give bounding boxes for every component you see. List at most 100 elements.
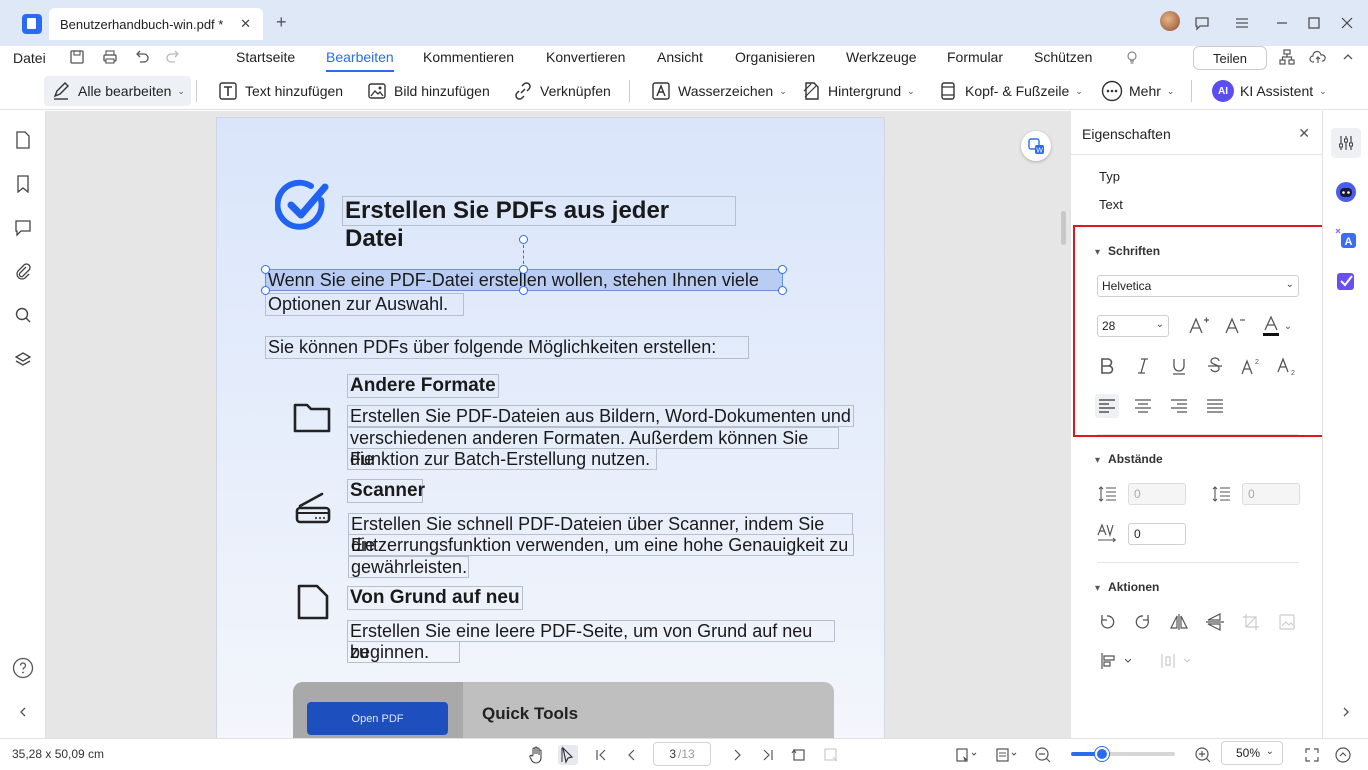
resize-handle[interactable]: [261, 286, 270, 295]
justify-icon[interactable]: [1203, 394, 1227, 418]
zoom-level-select[interactable]: 50% ⌄: [1221, 741, 1283, 765]
document-canvas[interactable]: Erstellen Sie PDFs aus jeder Datei Wenn …: [46, 111, 1070, 738]
rotate-handle[interactable]: [519, 235, 528, 244]
share-button[interactable]: Teilen: [1193, 46, 1267, 70]
item-text-line[interactable]: beginnen.: [347, 641, 460, 663]
comment-icon[interactable]: [12, 217, 34, 239]
flip-vertical-icon[interactable]: [1203, 610, 1227, 634]
underline-icon[interactable]: [1167, 354, 1191, 378]
align-right-icon[interactable]: [1167, 394, 1191, 418]
increase-font-icon[interactable]: [1187, 314, 1211, 338]
page-layout-icon[interactable]: [994, 745, 1020, 765]
resize-handle[interactable]: [778, 286, 787, 295]
menu-icon[interactable]: [1230, 11, 1254, 35]
search-icon[interactable]: [12, 304, 34, 326]
tab-konvertieren[interactable]: Konvertieren: [546, 49, 625, 65]
hand-tool-icon[interactable]: [527, 745, 547, 765]
tab-ansicht[interactable]: Ansicht: [657, 49, 703, 65]
page-number-input[interactable]: 3 /13: [653, 742, 711, 766]
zoom-out-icon[interactable]: [1033, 745, 1053, 765]
intro-line-2[interactable]: Optionen zur Auswahl.: [265, 293, 464, 316]
tab-bearbeiten[interactable]: Bearbeiten: [326, 49, 394, 72]
fonts-section-toggle[interactable]: Schriften: [1095, 244, 1160, 258]
item-text-line[interactable]: gewährleisten.: [348, 556, 469, 578]
tab-organisieren[interactable]: Organisieren: [735, 49, 815, 65]
paragraph-spacing-input[interactable]: 0: [1242, 483, 1300, 505]
close-panel-icon[interactable]: ✕: [1298, 125, 1310, 142]
chat-icon[interactable]: [1190, 11, 1214, 35]
task-check-icon[interactable]: [1335, 270, 1357, 292]
rotate-left-icon[interactable]: [1095, 610, 1119, 634]
close-window-icon[interactable]: [1335, 11, 1359, 35]
properties-sliders-icon[interactable]: [1331, 128, 1361, 158]
extract-page-icon[interactable]: [821, 745, 841, 765]
watermark-button[interactable]: Wasserzeichen ⌄: [646, 76, 791, 106]
zoom-in-icon[interactable]: [1193, 745, 1213, 765]
translate-icon[interactable]: A: [1335, 227, 1357, 249]
align-left-icon[interactable]: [1095, 394, 1119, 418]
tab-formular[interactable]: Formular: [947, 49, 1003, 65]
rotate-view-icon[interactable]: [789, 745, 809, 765]
character-spacing-input[interactable]: 0: [1128, 523, 1186, 545]
resize-handle[interactable]: [519, 286, 528, 295]
distribute-objects-icon[interactable]: [1157, 649, 1195, 673]
tab-schuetzen[interactable]: Schützen: [1034, 49, 1092, 65]
translate-float-icon[interactable]: W: [1021, 131, 1051, 161]
spacing-section-toggle[interactable]: Abstände: [1095, 452, 1163, 466]
page-heading[interactable]: Erstellen Sie PDFs aus jeder Datei: [342, 196, 736, 252]
tab-kommentieren[interactable]: Kommentieren: [423, 49, 514, 65]
pdf-page[interactable]: Erstellen Sie PDFs aus jeder Datei Wenn …: [216, 117, 885, 738]
previous-page-icon[interactable]: [622, 745, 642, 765]
document-tab[interactable]: Benutzerhandbuch-win.pdf * ✕: [49, 8, 263, 40]
chevron-down-icon[interactable]: ⌄: [1281, 314, 1295, 338]
item-title-scanner[interactable]: Scanner: [347, 479, 425, 503]
item-title-formats[interactable]: Andere Formate: [347, 374, 499, 398]
item-text-line[interactable]: Erstellen Sie eine leere PDF-Seite, um v…: [347, 620, 835, 662]
superscript-icon[interactable]: 2: [1239, 354, 1263, 378]
item-text-line[interactable]: Entzerrungsfunktion verwenden, um eine h…: [348, 534, 854, 556]
menu-file[interactable]: Datei: [13, 50, 46, 66]
open-pdf-button[interactable]: Open PDF: [307, 702, 448, 735]
bookmark-icon[interactable]: [12, 173, 34, 195]
flip-horizontal-icon[interactable]: [1167, 610, 1191, 634]
zoom-slider[interactable]: [1071, 747, 1175, 761]
ai-robot-icon[interactable]: [1335, 181, 1357, 203]
crop-icon[interactable]: [1239, 610, 1263, 634]
cloud-upload-icon[interactable]: [1309, 48, 1327, 66]
select-tool-icon[interactable]: [558, 745, 578, 765]
first-page-icon[interactable]: [591, 745, 611, 765]
item-text-line[interactable]: Erstellen Sie schnell PDF-Dateien über S…: [348, 513, 853, 555]
line-spacing-input[interactable]: 0: [1128, 483, 1186, 505]
collapse-right-icon[interactable]: [1335, 701, 1357, 723]
last-page-icon[interactable]: [758, 745, 778, 765]
subscript-icon[interactable]: 2: [1275, 354, 1299, 378]
collapse-status-icon[interactable]: [1333, 745, 1353, 765]
share-network-icon[interactable]: [1278, 48, 1296, 66]
add-image-button[interactable]: Bild hinzufügen: [362, 76, 494, 106]
resize-handle[interactable]: [261, 265, 270, 274]
strikethrough-icon[interactable]: [1203, 354, 1227, 378]
page-thumbnails-icon[interactable]: [12, 129, 34, 151]
item-text-line[interactable]: Erstellen Sie PDF-Dateien aus Bildern, W…: [347, 405, 854, 427]
help-icon[interactable]: [12, 657, 34, 679]
vertical-scrollbar[interactable]: [1061, 211, 1066, 245]
avatar[interactable]: [1160, 11, 1180, 31]
font-color-icon[interactable]: [1259, 314, 1283, 338]
fit-view-icon[interactable]: [954, 745, 980, 765]
edit-all-button[interactable]: Alle bearbeiten ⌄: [44, 76, 191, 106]
resize-handle[interactable]: [519, 265, 528, 274]
layers-icon[interactable]: [12, 349, 34, 371]
item-text-line[interactable]: verschiedenen anderen Formaten. Außerdem…: [347, 427, 839, 469]
replace-image-icon[interactable]: [1275, 610, 1299, 634]
collapse-left-icon[interactable]: [12, 701, 34, 723]
font-size-select[interactable]: 28 ⌄: [1097, 315, 1169, 337]
redo-icon[interactable]: [164, 48, 182, 66]
minimize-icon[interactable]: [1270, 11, 1294, 35]
print-icon[interactable]: [101, 48, 119, 66]
new-tab-icon[interactable]: +: [276, 12, 287, 33]
chevron-up-icon[interactable]: [1341, 48, 1355, 66]
options-intro[interactable]: Sie können PDFs über folgende Möglichkei…: [265, 336, 749, 359]
undo-icon[interactable]: [133, 48, 151, 66]
next-page-icon[interactable]: [727, 745, 747, 765]
close-tab-icon[interactable]: ✕: [240, 16, 251, 32]
